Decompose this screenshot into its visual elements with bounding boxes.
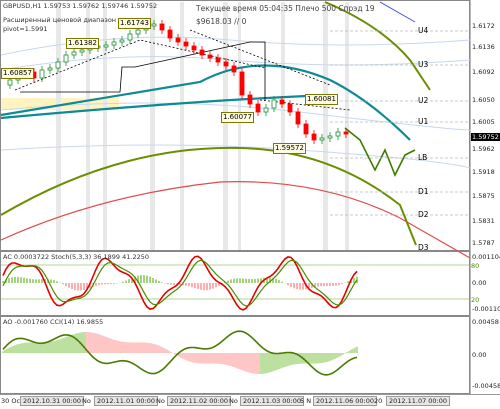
price-mark-mid: 1.60077 — [221, 112, 254, 123]
time-label: 2012.11.02 00:00 — [167, 396, 232, 406]
time-label: 2012.10.31 00:00 — [20, 396, 85, 406]
candle — [7, 79, 13, 86]
level-u2: U2 — [418, 96, 429, 105]
candle — [103, 44, 109, 48]
balance-info: $9618.03 // 0 — [196, 17, 247, 26]
price-mark-right: 1.60081 — [305, 94, 338, 105]
candle — [111, 41, 117, 46]
price-tick: 1.6005 — [472, 118, 495, 126]
candle — [311, 133, 317, 141]
time-label: No — [82, 397, 91, 405]
ac-tick-bottom: -0.0011045 — [472, 305, 500, 313]
pivot-note: Расширенный ценовой диапазон — [3, 16, 117, 24]
level-d1: D1 — [418, 187, 429, 196]
ao-tick-zero: 0.00 — [472, 351, 487, 359]
candle — [127, 33, 133, 41]
candle — [167, 29, 173, 39]
candle — [63, 54, 69, 63]
current-price-marker: 1.59752 — [471, 133, 500, 141]
level-u3: U3 — [418, 60, 429, 69]
price-mark-left: 1.60857 — [1, 68, 34, 79]
ao-tick-top: 0.00458 — [472, 318, 499, 326]
candle — [231, 65, 237, 73]
candle — [295, 111, 301, 125]
terminal-window: GBPUSD,H1 1.59753 1.59762 1.59746 1.5975… — [0, 0, 500, 409]
ao-tick-bottom: -0.00458 — [472, 382, 500, 390]
candle — [47, 67, 53, 71]
ao-cci-label: AO -0.001760 CCI(14) 16.9855 — [3, 318, 104, 326]
candle — [215, 57, 221, 63]
price-tick: 1.6136 — [472, 43, 495, 51]
stoch-level-20: 20 — [471, 296, 480, 304]
ac-tick-zero: 0.00 — [472, 279, 487, 287]
candle — [343, 131, 349, 135]
candle — [287, 103, 293, 113]
candle — [183, 41, 189, 47]
terminal-info: Текущее время 05:04:35 Плечо 500 Спрэд 1… — [196, 4, 375, 13]
price-mark-left-high: 1.61382 — [66, 38, 99, 49]
candle — [119, 39, 125, 43]
candle — [159, 23, 165, 31]
candle — [79, 49, 85, 53]
candle — [255, 103, 261, 113]
candle — [175, 37, 181, 43]
candle — [191, 45, 197, 51]
candle — [279, 99, 285, 105]
ac-stoch-label: AC 0.0003722 Stoch(5,3,3) 36.1899 41.225… — [3, 253, 149, 261]
price-tick: 1.6050 — [472, 96, 495, 104]
level-u4: U4 — [418, 26, 429, 35]
price-tick: 1.5831 — [472, 217, 495, 225]
price-tick: 1.6172 — [472, 22, 495, 30]
candle — [247, 94, 253, 105]
candle — [263, 107, 269, 113]
time-label: 20 — [374, 397, 383, 405]
candle — [223, 61, 229, 67]
candle — [135, 29, 141, 35]
ao-cci-pane[interactable] — [0, 316, 470, 394]
price-tick: 1.5918 — [472, 168, 495, 176]
price-tick: 1.6092 — [472, 68, 495, 76]
pivot-value: pivot=1.5991 — [3, 25, 48, 33]
price-mark-low: 1.59572 — [273, 143, 306, 154]
symbol-header: GBPUSD,H1 1.59753 1.59762 1.59746 1.5975… — [3, 2, 158, 10]
time-label: 2012.11.03 00:00 — [240, 396, 305, 406]
candle — [327, 135, 333, 139]
candle — [303, 123, 309, 135]
candle — [207, 54, 213, 59]
level-lb: LB — [418, 153, 428, 162]
time-label: No — [229, 397, 238, 405]
ac-tick-top: 0.0011045 — [472, 253, 500, 261]
time-label: 2012.11.07 00:00 — [386, 396, 451, 406]
time-label: 2012.11.01 00:00 — [94, 396, 159, 406]
stoch-level-80: 80 — [471, 262, 480, 270]
price-mark-high: 1.61743 — [118, 18, 151, 29]
candle — [239, 71, 245, 96]
time-label: 5 N — [300, 397, 312, 405]
candle — [319, 137, 325, 141]
candle — [199, 49, 205, 56]
candle — [39, 69, 45, 79]
level-d2: D2 — [418, 210, 429, 219]
time-label: 2012.11.06 00:00 — [313, 396, 378, 406]
candle — [71, 51, 77, 56]
candle — [335, 131, 341, 137]
candle — [55, 61, 61, 69]
price-tick: 1.5787 — [472, 239, 495, 247]
candle — [151, 23, 157, 27]
time-label: No — [156, 397, 165, 405]
price-tick: 1.5962 — [472, 145, 495, 153]
price-tick: 1.5875 — [472, 192, 495, 200]
level-u1: U1 — [418, 117, 429, 126]
candle — [271, 99, 277, 109]
